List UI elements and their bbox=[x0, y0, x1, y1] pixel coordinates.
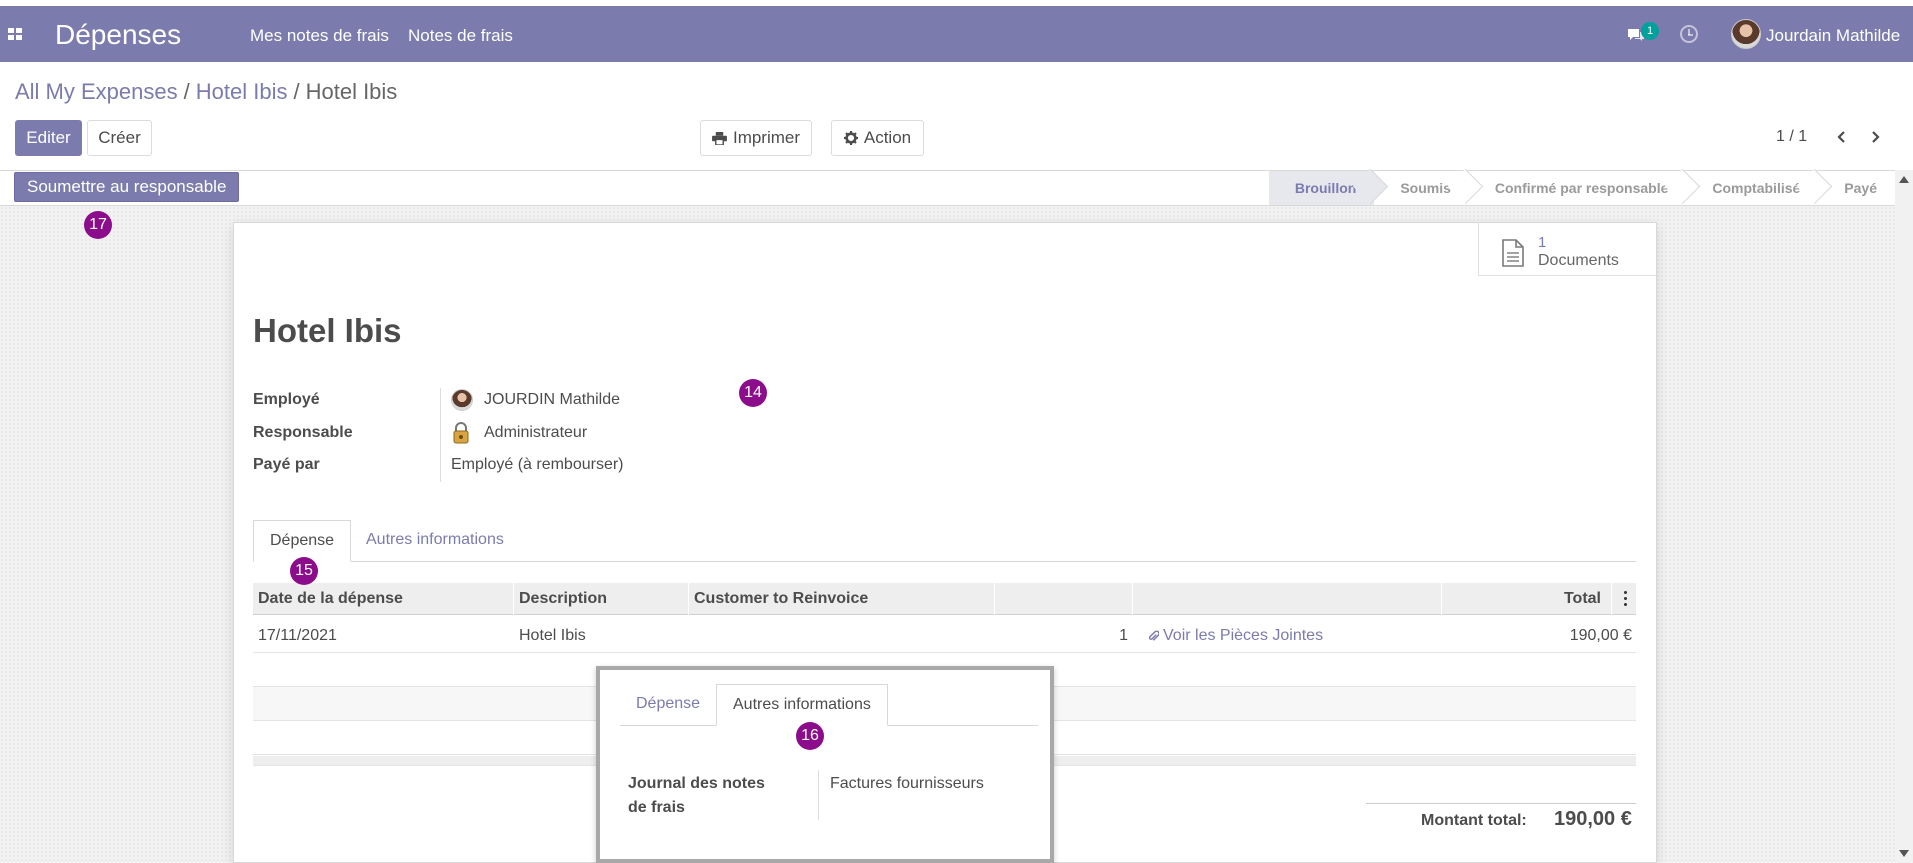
breadcrumb-current: Hotel Ibis bbox=[305, 79, 398, 104]
breadcrumb: All My Expenses / Hotel Ibis / Hotel Ibis bbox=[15, 79, 397, 105]
view-attachments-link[interactable]: Voir les Pièces Jointes bbox=[1148, 619, 1323, 653]
breadcrumb-all-my-expenses[interactable]: All My Expenses bbox=[15, 79, 178, 104]
column-header-customer[interactable]: Customer to Reinvoice bbox=[689, 583, 995, 615]
gear-icon bbox=[843, 131, 858, 145]
optional-columns-icon[interactable] bbox=[1624, 591, 1628, 607]
chat-count-badge: 1 bbox=[1641, 22, 1659, 40]
print-button-label: Imprimer bbox=[732, 128, 801, 147]
document-icon bbox=[1502, 239, 1524, 267]
column-header-description[interactable]: Description bbox=[514, 583, 689, 615]
user-avatar[interactable] bbox=[1731, 19, 1761, 49]
column-header-quantity[interactable] bbox=[995, 583, 1133, 615]
callout-marker: 15 bbox=[290, 557, 318, 585]
inset-tab-other-info[interactable]: Autres informations bbox=[716, 684, 888, 726]
printer-icon bbox=[712, 131, 727, 145]
breadcrumb-separator: / bbox=[293, 79, 300, 104]
expense-lines-header: Date de la dépense Description Customer … bbox=[253, 583, 1636, 615]
action-button-label: Action bbox=[863, 128, 912, 147]
apps-menu-icon[interactable] bbox=[8, 28, 22, 40]
tab-expense[interactable]: Dépense bbox=[253, 520, 352, 562]
tab-other-info[interactable]: Autres informations bbox=[350, 520, 520, 562]
callout-marker: 16 bbox=[796, 722, 824, 750]
stage-pipeline: Brouillon Soumis Confirmé par responsabl… bbox=[1268, 171, 1895, 205]
expense-journal-value[interactable]: Factures fournisseurs bbox=[830, 772, 984, 796]
lock-avatar-icon bbox=[453, 422, 469, 444]
submit-to-manager-button[interactable]: Soumettre au responsable bbox=[14, 172, 240, 202]
inset-notebook-tabs: Dépense Autres informations bbox=[620, 684, 1038, 726]
user-name[interactable]: Jourdain Mathilde bbox=[1766, 26, 1900, 46]
breadcrumb-hotel-ibis-report[interactable]: Hotel Ibis bbox=[196, 79, 288, 104]
total-amount-label: Montant total: bbox=[1421, 812, 1527, 829]
scroll-up-icon[interactable] bbox=[1899, 176, 1909, 183]
menu-item-expense-reports[interactable]: Notes de frais bbox=[408, 26, 513, 46]
submit-button-label: Soumettre au responsable bbox=[27, 177, 227, 196]
expense-journal-label: Journal des notes de frais bbox=[628, 775, 765, 816]
view-attachments-label: Voir les Pièces Jointes bbox=[1163, 627, 1324, 644]
inset-tab-expense[interactable]: Dépense bbox=[620, 684, 716, 726]
cell-description: Hotel Ibis bbox=[519, 627, 586, 644]
stage-posted: Comptabilisé bbox=[1686, 171, 1819, 205]
manager-value[interactable]: Administrateur bbox=[484, 424, 587, 442]
employee-value[interactable]: JOURDIN Mathilde bbox=[484, 391, 620, 409]
documents-label: Documents bbox=[1538, 252, 1619, 269]
top-navbar: Dépenses Mes notes de frais Notes de fra… bbox=[0, 6, 1913, 62]
menu-item-my-expense-reports[interactable]: Mes notes de frais bbox=[250, 26, 389, 46]
callout-marker: 14 bbox=[739, 379, 767, 407]
stage-submitted: Soumis bbox=[1374, 171, 1469, 205]
callout-marker: 17 bbox=[84, 211, 112, 239]
paperclip-icon bbox=[1148, 630, 1159, 641]
action-button[interactable]: Action bbox=[831, 120, 924, 156]
paid-by-value: Employé (à rembourser) bbox=[451, 456, 624, 473]
cell-date: 17/11/2021 bbox=[258, 627, 337, 644]
print-button[interactable]: Imprimer bbox=[700, 120, 812, 156]
activity-clock-icon[interactable] bbox=[1680, 25, 1698, 43]
pager-next-icon[interactable] bbox=[1868, 130, 1882, 144]
stage-approved: Confirmé par responsable bbox=[1468, 171, 1687, 205]
documents-count: 1 bbox=[1538, 234, 1547, 251]
table-row[interactable]: 17/11/2021 Hotel Ibis 1 Voir les Pièces … bbox=[253, 619, 1636, 653]
cell-total: 190,00 € bbox=[1569, 627, 1632, 644]
expense-report-title: Hotel Ibis bbox=[253, 312, 402, 349]
column-header-attachments[interactable] bbox=[1133, 583, 1442, 615]
column-header-date[interactable]: Date de la dépense bbox=[253, 583, 514, 615]
pager-previous-icon[interactable] bbox=[1835, 130, 1849, 144]
inset-field-divider bbox=[818, 770, 819, 820]
field-divider bbox=[440, 388, 441, 482]
other-info-inset-panel: Dépense Autres informations Journal des … bbox=[596, 666, 1054, 863]
cell-quantity: 1 bbox=[1119, 627, 1128, 644]
create-button[interactable]: Créer bbox=[87, 120, 152, 156]
stage-draft: Brouillon bbox=[1268, 171, 1375, 205]
form-notebook-tabs: Dépense Autres informations bbox=[253, 520, 1636, 562]
pager-value[interactable]: 1 / 1 bbox=[1776, 128, 1807, 146]
manager-label: Responsable bbox=[253, 424, 353, 441]
app-name[interactable]: Dépenses bbox=[55, 19, 181, 51]
employee-avatar bbox=[451, 389, 473, 411]
column-header-total[interactable]: Total bbox=[1442, 583, 1612, 615]
paid-by-label: Payé par bbox=[253, 456, 320, 473]
page-scrollbar[interactable] bbox=[1895, 170, 1913, 863]
employee-label: Employé bbox=[253, 391, 320, 408]
create-button-label: Créer bbox=[98, 128, 141, 147]
edit-button[interactable]: Editer bbox=[15, 120, 82, 156]
totals-divider bbox=[1366, 803, 1636, 804]
documents-smart-button[interactable]: 1 Documents bbox=[1478, 222, 1656, 276]
scroll-down-icon[interactable] bbox=[1899, 850, 1909, 857]
edit-button-label: Editer bbox=[26, 128, 71, 147]
breadcrumb-separator: / bbox=[183, 79, 190, 104]
total-amount-value: 190,00 € bbox=[1554, 808, 1632, 830]
